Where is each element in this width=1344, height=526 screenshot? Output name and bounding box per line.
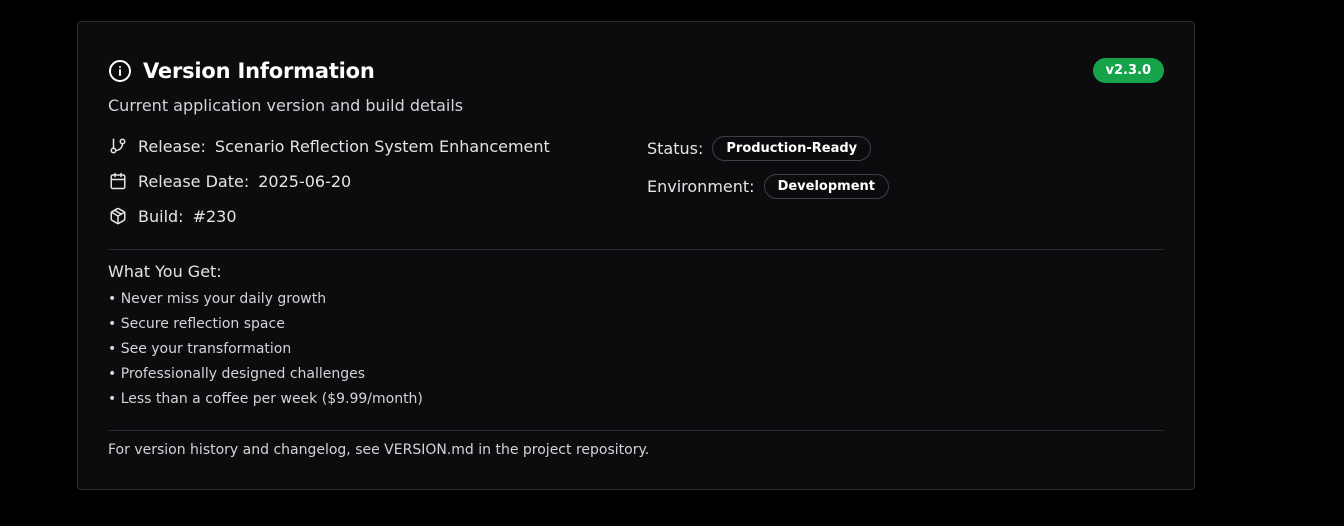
status-row: Status: Production-Ready (647, 134, 889, 162)
release-date-value: 2025-06-20 (258, 171, 352, 191)
features-list: • Never miss your daily growth • Secure … (108, 290, 423, 415)
list-item: • Less than a coffee per week ($9.99/mon… (108, 391, 423, 407)
version-badge: v2.3.0 (1092, 58, 1164, 83)
environment-label: Environment: (647, 176, 755, 196)
card-header: Version Information v2.3.0 (108, 56, 1164, 86)
environment-row: Environment: Development (647, 172, 889, 200)
features-title: What You Get: (108, 262, 222, 281)
calendar-icon (108, 171, 128, 191)
release-meta: Release: Scenario Reflection System Enha… (108, 134, 550, 239)
list-item: • Never miss your daily growth (108, 291, 327, 307)
status-meta: Status: Production-Ready Environment: De… (647, 134, 889, 210)
status-label: Status: (647, 138, 704, 158)
card-title: Version Information (143, 59, 375, 83)
build-value: #230 (192, 206, 237, 226)
release-value: Scenario Reflection System Enhancement (214, 136, 550, 156)
release-row: Release: Scenario Reflection System Enha… (108, 134, 550, 158)
version-info-card: Version Information v2.3.0 Current appli… (77, 21, 1195, 490)
list-item: • Professionally designed challenges (108, 366, 366, 382)
build-row: Build: #230 (108, 204, 550, 228)
list-item: • Secure reflection space (108, 316, 285, 332)
divider (108, 249, 1164, 250)
release-date-row: Release Date: 2025-06-20 (108, 169, 550, 193)
info-icon (108, 59, 132, 83)
build-label: Build: (138, 206, 184, 226)
footer-note: For version history and changelog, see V… (108, 442, 650, 458)
card-subtitle: Current application version and build de… (108, 96, 464, 115)
release-date-label: Release Date: (138, 171, 250, 191)
package-icon (108, 206, 128, 226)
divider (108, 430, 1164, 431)
release-label: Release: (138, 136, 206, 156)
status-badge: Production-Ready (712, 135, 872, 161)
environment-badge: Development (763, 173, 889, 199)
list-item: • See your transformation (108, 341, 292, 357)
git-branch-icon (108, 136, 128, 156)
